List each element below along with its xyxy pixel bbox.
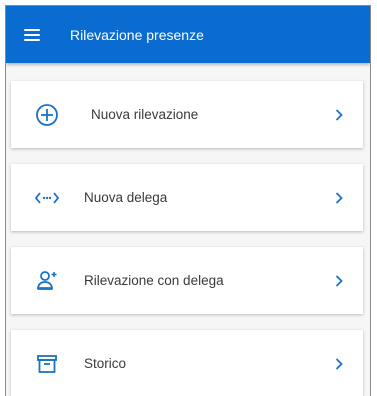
chevron-right-icon (333, 108, 345, 122)
code-arrows-icon (33, 184, 61, 212)
menu-item-nuova-rilevazione[interactable]: Nuova rilevazione (11, 81, 363, 148)
person-add-icon (33, 267, 61, 295)
archive-box-icon (33, 350, 61, 378)
menu-item-label: Nuova rilevazione (91, 107, 199, 122)
app-title: Rilevazione presenze (70, 26, 204, 43)
menu-item-rilevazione-con-delega[interactable]: Rilevazione con delega (11, 247, 363, 314)
menu-item-label: Storico (84, 356, 127, 371)
chevron-right-icon (333, 274, 345, 288)
plus-circle-icon (33, 101, 61, 129)
hamburger-menu-icon[interactable] (24, 28, 40, 41)
menu-item-label: Nuova delega (84, 190, 168, 205)
chevron-right-icon (333, 191, 345, 205)
chevron-right-icon (333, 357, 345, 371)
menu-item-label: Rilevazione con delega (84, 273, 224, 288)
app-bar: Rilevazione presenze (6, 6, 370, 63)
menu-item-nuova-delega[interactable]: Nuova delega (11, 164, 363, 231)
menu-item-storico[interactable]: Storico (11, 330, 363, 396)
app-window: Rilevazione presenze Nuova rilevazione N… (5, 5, 371, 396)
